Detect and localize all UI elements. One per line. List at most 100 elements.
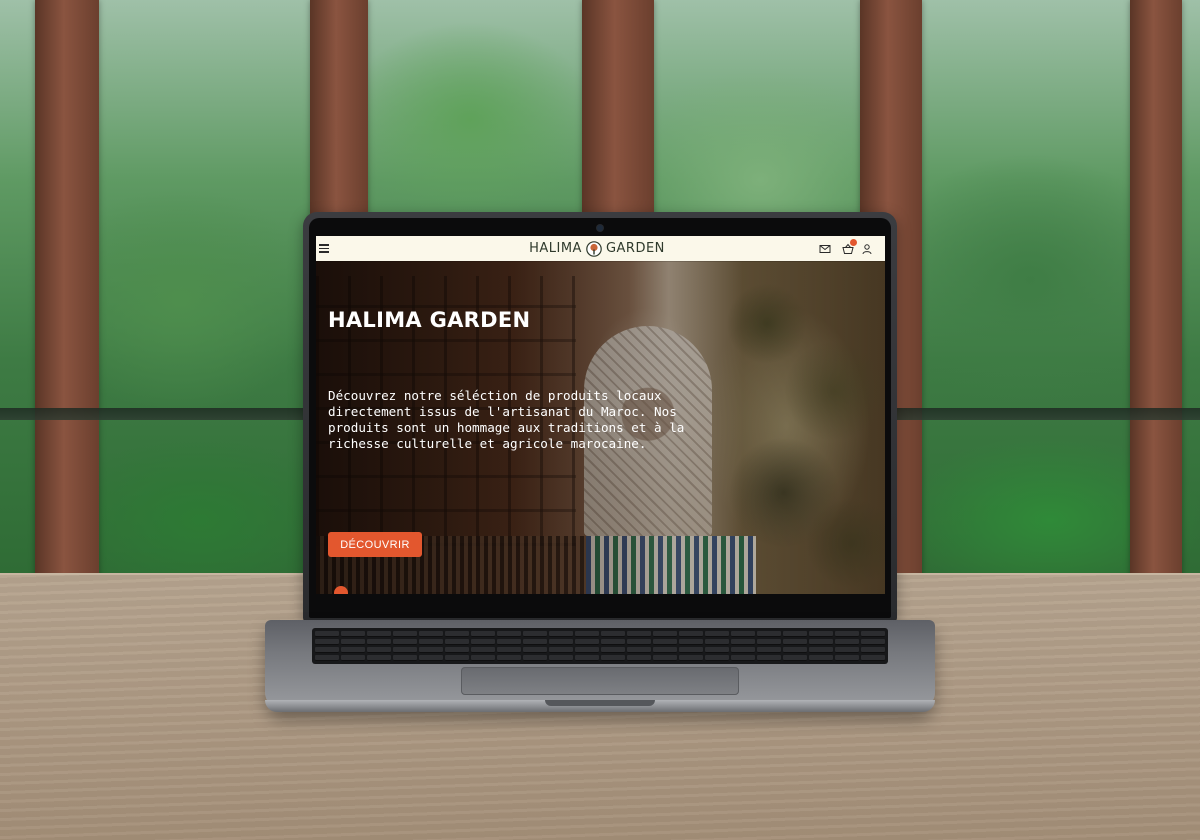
- keyboard-key: [471, 655, 495, 661]
- keyboard-key: [601, 631, 625, 637]
- keyboard-key: [861, 631, 885, 637]
- keyboard-key: [445, 631, 469, 637]
- keyboard-key: [731, 647, 755, 653]
- keyboard-key: [809, 655, 833, 661]
- keyboard-key: [809, 639, 833, 645]
- keyboard-key: [523, 631, 547, 637]
- keyboard-key: [341, 631, 365, 637]
- trackpad: [461, 667, 739, 695]
- window-post: [35, 0, 99, 580]
- keyboard-key: [445, 655, 469, 661]
- keyboard-key: [783, 631, 807, 637]
- discover-button[interactable]: DÉCOUVRIR: [328, 532, 422, 557]
- hero-description: Découvrez notre séléction de produits lo…: [328, 388, 685, 451]
- keyboard-key: [783, 639, 807, 645]
- keyboard-key: [679, 647, 703, 653]
- keyboard-key: [497, 639, 521, 645]
- keyboard-key: [471, 631, 495, 637]
- keyboard-key: [523, 639, 547, 645]
- keyboard-key: [731, 655, 755, 661]
- keyboard-key: [731, 631, 755, 637]
- keyboard-key: [653, 655, 677, 661]
- keyboard-key: [861, 639, 885, 645]
- keyboard-key: [419, 631, 443, 637]
- keyboard-key: [367, 631, 391, 637]
- keyboard-key: [809, 647, 833, 653]
- window-post: [1130, 0, 1182, 580]
- keyboard-key: [757, 639, 781, 645]
- logo-word-right: GARDEN: [605, 241, 665, 256]
- keyboard-key: [315, 631, 339, 637]
- keyboard-key: [809, 631, 833, 637]
- keyboard-key: [523, 647, 547, 653]
- keyboard-key: [627, 639, 651, 645]
- keyboard-key: [757, 655, 781, 661]
- keyboard-key: [835, 639, 859, 645]
- keyboard-key: [679, 655, 703, 661]
- keyboard-key: [471, 639, 495, 645]
- mail-icon[interactable]: [819, 243, 831, 255]
- cart-count-badge: [850, 239, 857, 246]
- tree-logo-icon: [586, 240, 602, 257]
- keyboard-key: [419, 655, 443, 661]
- laptop-mockup-scene: HALIMA GARDEN HALIMA GARDEN Découvrez no…: [0, 0, 1200, 840]
- keyboard-key: [627, 647, 651, 653]
- keyboard-key: [471, 647, 495, 653]
- keyboard-key: [653, 631, 677, 637]
- keyboard-key: [575, 647, 599, 653]
- keyboard-key: [705, 647, 729, 653]
- keyboard-key: [705, 655, 729, 661]
- keyboard-key: [497, 655, 521, 661]
- keyboard: [312, 628, 888, 664]
- keyboard-key: [445, 639, 469, 645]
- keyboard-key: [601, 647, 625, 653]
- keyboard-key: [341, 639, 365, 645]
- menu-icon[interactable]: [319, 243, 329, 253]
- keyboard-key: [445, 647, 469, 653]
- logo-word-left: HALIMA: [529, 241, 582, 256]
- keyboard-key: [549, 655, 573, 661]
- keyboard-key: [601, 639, 625, 645]
- keyboard-key: [315, 639, 339, 645]
- hero-title: HALIMA GARDEN: [328, 308, 531, 332]
- keyboard-key: [627, 655, 651, 661]
- keyboard-key: [341, 655, 365, 661]
- keyboard-key: [497, 631, 521, 637]
- keyboard-key: [367, 655, 391, 661]
- keyboard-key: [679, 639, 703, 645]
- keyboard-key: [653, 647, 677, 653]
- keyboard-key: [783, 647, 807, 653]
- keyboard-key: [393, 631, 417, 637]
- scroll-indicator[interactable]: [334, 586, 348, 594]
- keyboard-key: [549, 639, 573, 645]
- keyboard-key: [679, 631, 703, 637]
- webcam: [597, 225, 603, 231]
- keyboard-key: [757, 647, 781, 653]
- keyboard-key: [367, 647, 391, 653]
- user-icon[interactable]: [861, 243, 873, 255]
- keyboard-key: [757, 631, 781, 637]
- keyboard-key: [497, 647, 521, 653]
- keyboard-key: [575, 631, 599, 637]
- keyboard-key: [315, 655, 339, 661]
- keyboard-key: [653, 639, 677, 645]
- keyboard-key: [835, 631, 859, 637]
- keyboard-key: [575, 655, 599, 661]
- keyboard-key: [705, 639, 729, 645]
- site-logo[interactable]: HALIMA GARDEN: [522, 239, 672, 258]
- keyboard-key: [549, 647, 573, 653]
- keyboard-key: [601, 655, 625, 661]
- keyboard-key: [835, 647, 859, 653]
- keyboard-key: [731, 639, 755, 645]
- keyboard-key: [315, 647, 339, 653]
- laptop-screen: HALIMA GARDEN HALIMA GARDEN Découvrez no…: [316, 236, 885, 594]
- keyboard-key: [627, 631, 651, 637]
- keyboard-key: [419, 647, 443, 653]
- lid-notch: [545, 700, 655, 706]
- keyboard-key: [367, 639, 391, 645]
- keyboard-key: [575, 639, 599, 645]
- site-header: HALIMA GARDEN: [316, 236, 885, 261]
- keyboard-key: [835, 655, 859, 661]
- keyboard-key: [341, 647, 365, 653]
- keyboard-key: [523, 655, 547, 661]
